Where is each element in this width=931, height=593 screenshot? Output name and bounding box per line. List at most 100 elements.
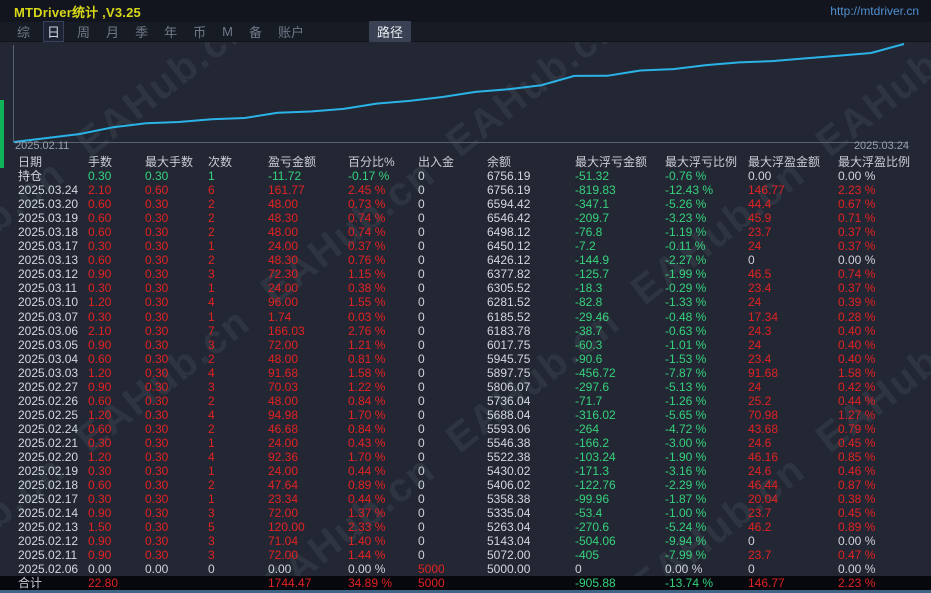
equity-chart-svg <box>13 43 908 143</box>
cell-6: 5000 <box>418 562 445 577</box>
cell-4: 24.00 <box>268 239 299 254</box>
cell-6: 0 <box>418 435 425 450</box>
cell-9: -0.76 % <box>665 169 707 184</box>
app-url-link[interactable]: http://mtdriver.cn <box>830 4 931 18</box>
menu-item-5[interactable]: 年 <box>161 21 180 42</box>
cell-1: 0.00 <box>88 562 112 577</box>
cell-10: 70.98 <box>748 407 779 422</box>
cell-5: 0.74 % <box>348 225 386 240</box>
table-row-22: 2025.02.18 0.60 0.30 2 47.64 0.89 % 0 5406.02 -1… <box>0 478 931 492</box>
menu-item-2[interactable]: 周 <box>74 21 93 42</box>
cell-3: 3 <box>208 548 215 563</box>
cell-8: -166.2 <box>575 435 610 450</box>
cell-7: 5522.38 <box>487 449 531 464</box>
cell-0: 2025.03.18 <box>18 225 79 240</box>
cell-11: 0.89 % <box>838 520 876 535</box>
table-row-5: 2025.03.17 0.30 0.30 1 24.00 0.37 % 0 6450.12 -7… <box>0 239 931 253</box>
cell-9: -7.87 % <box>665 365 707 380</box>
cell-1: 0.60 <box>88 211 112 226</box>
cell-4: 23.34 <box>268 492 299 507</box>
cell-7: 5806.07 <box>487 379 531 394</box>
cell-8: -60.3 <box>575 337 603 352</box>
menu-item-7[interactable]: M <box>219 23 236 40</box>
cell-2: 0.30 <box>145 239 169 254</box>
column-header-9: 最大浮亏比例 <box>665 155 738 169</box>
stats-table: 日期 手数 最大手数 次数 盈亏金额 百分比% 出入金 余额 最大浮亏金额 最大浮亏比例 最大浮盈金… <box>0 155 931 592</box>
cell-3: 3 <box>208 506 215 521</box>
cell-0: 2025.03.17 <box>18 239 79 254</box>
cell-6: 0 <box>418 365 425 380</box>
cell-7: 6498.12 <box>487 225 531 240</box>
cell-1: 0.60 <box>88 253 112 268</box>
cell-4: 96.00 <box>268 295 299 310</box>
cell-5: 1.40 % <box>348 534 386 549</box>
table-row-8: 2025.03.11 0.30 0.30 1 24.00 0.38 % 0 6305.52 -1… <box>0 281 931 295</box>
menu-item-0[interactable]: 综 <box>14 21 33 42</box>
cell-5: 0.43 % <box>348 435 386 450</box>
cell-0: 2025.02.24 <box>18 421 79 436</box>
cell-11: 0.85 % <box>838 449 876 464</box>
cell-8: -264 <box>575 421 600 436</box>
table-row-12: 2025.03.05 0.90 0.30 3 72.00 1.21 % 0 6017.75 -6… <box>0 338 931 352</box>
cell-4: 91.68 <box>268 365 299 380</box>
menu-item-4[interactable]: 季 <box>132 21 151 42</box>
cell-1: 0.90 <box>88 267 112 282</box>
cell-6: 0 <box>418 295 425 310</box>
cell-5: 0.03 % <box>348 309 386 324</box>
menu-item-3[interactable]: 月 <box>103 21 122 42</box>
cell-8: -819.83 <box>575 183 616 198</box>
path-button[interactable]: 路径 <box>368 21 411 42</box>
cell-9: -3.00 % <box>665 435 707 450</box>
cell-0: 2025.03.13 <box>18 253 79 268</box>
cell-11: 0.28 % <box>838 309 876 324</box>
cell-11: 0.00 % <box>838 169 876 184</box>
cell-9: -1.87 % <box>665 492 707 507</box>
cell-4: 47.64 <box>268 478 299 493</box>
menu-item-1[interactable]: 日 <box>43 21 65 42</box>
cell-0: 2025.02.13 <box>18 520 79 535</box>
cell-1: 0.90 <box>88 506 112 521</box>
menu-item-9[interactable]: 账户 <box>275 21 307 42</box>
cell-5: 0.00 % <box>348 562 386 577</box>
cell-11: 0.00 % <box>838 562 876 577</box>
cell-8: -103.24 <box>575 449 616 464</box>
cell-8: -18.3 <box>575 281 603 296</box>
column-header-2: 最大手数 <box>145 155 194 169</box>
cell-3: 2 <box>208 197 215 212</box>
cell-7: 6756.19 <box>487 169 531 184</box>
cell-10: 23.4 <box>748 351 772 366</box>
cell-7: 5335.04 <box>487 506 531 521</box>
cell-8: -504.06 <box>575 534 616 549</box>
cell-7: 5430.02 <box>487 464 531 479</box>
cell-0: 2025.02.14 <box>18 506 79 521</box>
cell-0: 2025.02.26 <box>18 393 79 408</box>
menu-bar: 综日周月季年币 M 备账户 路径 <box>0 21 931 42</box>
cell-9: -1.19 % <box>665 225 707 240</box>
cell-9: -0.29 % <box>665 281 707 296</box>
cell-10: 25.2 <box>748 393 772 408</box>
cell-3: 2 <box>208 225 215 240</box>
table-row-13: 2025.03.04 0.60 0.30 2 48.00 0.81 % 0 5945.75 -9… <box>0 352 931 366</box>
cell-8: -82.8 <box>575 295 603 310</box>
column-header-1: 手数 <box>88 155 113 169</box>
cell-1: 0.30 <box>88 281 112 296</box>
cell-4: 48.00 <box>268 197 299 212</box>
table-row-9: 2025.03.10 1.20 0.30 4 96.00 1.55 % 0 6281.52 -8… <box>0 295 931 309</box>
cell-1: 0.60 <box>88 393 112 408</box>
cell-4: 1.74 <box>268 309 292 324</box>
cell-0: 2025.03.19 <box>18 211 79 226</box>
column-header-6: 出入金 <box>418 155 455 169</box>
cell-9: -1.99 % <box>665 267 707 282</box>
table-row-26: 2025.02.12 0.90 0.30 3 71.04 1.40 % 0 5143.04 -5… <box>0 534 931 548</box>
cell-9: -4.72 % <box>665 421 707 436</box>
cell-7: 6377.82 <box>487 267 531 282</box>
cell-0: 2025.03.11 <box>18 281 78 296</box>
cell-4: 94.98 <box>268 407 299 422</box>
cell-11: 0.87 % <box>838 478 876 493</box>
menu-item-6[interactable]: 币 <box>190 21 209 42</box>
cell-7: 5945.75 <box>487 351 531 366</box>
menu-item-8[interactable]: 备 <box>246 21 265 42</box>
cell-3: 4 <box>208 365 215 380</box>
cell-0: 2025.02.17 <box>18 492 79 507</box>
cell-0: 2025.03.05 <box>18 337 79 352</box>
